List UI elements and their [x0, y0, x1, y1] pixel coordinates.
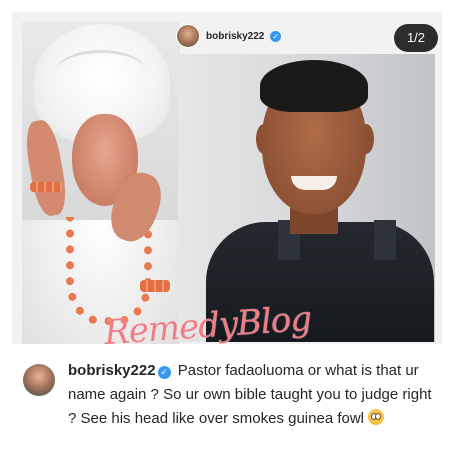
man-hair	[260, 60, 368, 112]
post-username[interactable]: bobrisky222	[206, 31, 264, 42]
verified-badge-icon: ✓	[157, 366, 171, 379]
caption-avatar[interactable]	[23, 364, 55, 396]
coral-bracelet-2	[140, 280, 170, 292]
carousel-page-counter: 1/2	[394, 24, 438, 52]
verified-badge-icon: ✓	[270, 30, 282, 42]
left-photo-woman-in-gele	[22, 22, 180, 344]
flushed-face-emoji-icon	[368, 409, 385, 425]
post-image-carousel[interactable]: RemedyBlog	[12, 12, 442, 344]
caption-username[interactable]: bobrisky222	[68, 362, 156, 379]
man-smile	[291, 176, 337, 190]
gele-fold	[56, 50, 146, 93]
post-caption: bobrisky222 ✓ Pastor fadaoluoma or what i…	[68, 359, 444, 431]
avatar[interactable]	[176, 24, 200, 48]
coral-bracelet	[30, 182, 62, 192]
post-author-header[interactable]: bobrisky222 ✓	[176, 24, 282, 48]
